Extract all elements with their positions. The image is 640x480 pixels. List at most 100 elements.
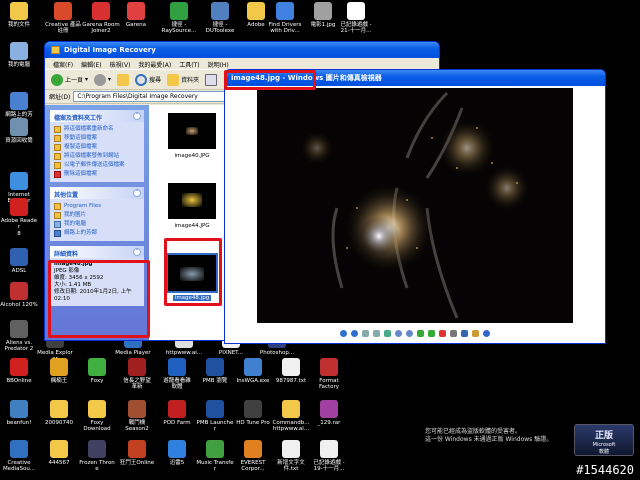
- desktop-icon-label: Creative 產品 註冊: [45, 22, 81, 35]
- desktop-icon[interactable]: 遊龍看看雜 軟體: [158, 358, 196, 391]
- desktop-icon[interactable]: 楓楠王: [40, 358, 78, 384]
- slideshow-icon[interactable]: [384, 329, 391, 337]
- desktop-icon[interactable]: 信長之野望 革新: [118, 358, 156, 391]
- desktop-icon[interactable]: 我的電腦: [0, 42, 38, 68]
- edit-icon[interactable]: [472, 329, 479, 337]
- file-tasks-header[interactable]: 檔案及資料夾工作 ˄: [50, 110, 144, 122]
- desktop-icon-label: 迅雷5: [169, 460, 185, 466]
- game-icon: [10, 320, 28, 338]
- publish-file-link[interactable]: 將這個檔案發佈到網站: [54, 152, 140, 161]
- copy-file-link[interactable]: 複製這個檔案: [54, 143, 140, 152]
- desktop-icon[interactable]: ADSL: [0, 248, 38, 274]
- desktop-icon[interactable]: BBOnline: [0, 358, 38, 384]
- up-folder-button[interactable]: [117, 73, 130, 86]
- desktop-icon[interactable]: POD Farm: [158, 400, 196, 426]
- desktop-icon[interactable]: Alcohol 120%: [0, 282, 38, 308]
- desktop-icon[interactable]: Aliens vs. Predator 2: [0, 320, 38, 353]
- desktop-icon[interactable]: Creative MediaSou...: [0, 440, 38, 473]
- best-fit-icon[interactable]: [362, 329, 369, 337]
- folders-button[interactable]: 資料夾: [167, 73, 199, 86]
- desktop-icon[interactable]: 狂鬥王Online: [118, 440, 156, 466]
- chevron-up-icon[interactable]: ˄: [133, 112, 141, 120]
- desktop-icon[interactable]: 新增文字文 件.txt: [272, 440, 310, 473]
- rotate-cw-icon[interactable]: [417, 329, 424, 337]
- highlight-thumbnail: [164, 238, 222, 306]
- menu-tools[interactable]: 工具(T): [179, 60, 199, 69]
- actual-size-icon[interactable]: [373, 329, 380, 337]
- desktop-icon[interactable]: 迅雷5: [158, 440, 196, 466]
- thumbnail-image40[interactable]: image40.JPG: [167, 113, 217, 159]
- desktop-icon[interactable]: Adobe Reader 8: [0, 198, 38, 237]
- zoom-out-icon[interactable]: [406, 329, 413, 337]
- desktop-icon[interactable]: Format Factory: [310, 358, 348, 391]
- desktop-icon[interactable]: 捷徑 - RaySource...: [160, 2, 198, 35]
- place-network[interactable]: 網路上的芳鄰: [54, 229, 140, 238]
- other-places-panel: 其他位置 ˄ Program Files 我的圖片 我的電腦 網路上的芳鄰: [50, 187, 144, 241]
- desktop-icon[interactable]: 已記錄遊戲 - 19-十一月...: [310, 440, 348, 473]
- next-image-icon[interactable]: [351, 329, 358, 337]
- back-button[interactable]: 上一頁 ▾: [51, 73, 88, 86]
- desktop-icon[interactable]: Foxy Download: [78, 400, 116, 433]
- details-header[interactable]: 詳細資料 ˄: [50, 246, 144, 258]
- desktop-icon[interactable]: HD Tune Pro: [234, 400, 272, 426]
- desktop-icon[interactable]: Garena Room Joiner2: [82, 2, 120, 35]
- rotate-ccw-icon[interactable]: [428, 329, 435, 337]
- desktop-icon[interactable]: 資源回收筒: [0, 118, 38, 144]
- desktop-icon-label: 信長之野望 革新: [123, 378, 151, 391]
- desktop-icon[interactable]: Garena: [117, 2, 155, 28]
- save-icon[interactable]: [461, 329, 468, 337]
- other-places-header[interactable]: 其他位置 ˄: [50, 187, 144, 199]
- rename-file-link[interactable]: 將這個檔案重新命名: [54, 125, 140, 134]
- desktop-icon[interactable]: 戰鬥機 Season2: [118, 400, 156, 433]
- help-icon[interactable]: [483, 329, 490, 337]
- print-icon[interactable]: [450, 329, 457, 337]
- desktop-icon[interactable]: _129.rar: [310, 400, 348, 426]
- desktop-icon[interactable]: Commandb... httpwww.ai...: [272, 400, 310, 433]
- desktop-icon-label: Alcohol 120%: [0, 302, 38, 308]
- desktop-icon[interactable]: 捷徑 - DUToolexe: [201, 2, 239, 35]
- menu-file[interactable]: 檔案(F): [53, 60, 73, 69]
- desktop-icon[interactable]: 20090740: [40, 400, 78, 426]
- desktop-icon[interactable]: 已記錄遊戲 - 21-十一月...: [337, 2, 375, 35]
- explorer-title-bar[interactable]: Digital Image Recovery: [45, 42, 439, 58]
- viewer-toolbar: [225, 323, 605, 343]
- menu-edit[interactable]: 編輯(E): [81, 60, 101, 69]
- desktop-icon[interactable]: EVEREST Corpor...: [234, 440, 272, 473]
- chevron-up-icon[interactable]: ˄: [133, 189, 141, 197]
- desktop-icon[interactable]: PMB 瀏覽: [196, 358, 234, 384]
- chevron-up-icon[interactable]: ˄: [133, 248, 141, 256]
- desktop-icon[interactable]: InsWGA.exe: [234, 358, 272, 384]
- desktop-icon[interactable]: Creative 產品 註冊: [44, 2, 82, 35]
- desktop-icon-label: 987987.txt: [275, 378, 307, 384]
- forward-button[interactable]: ▾: [94, 73, 111, 86]
- desktop-icon[interactable]: Music Transfer: [196, 440, 234, 473]
- delete-icon[interactable]: [439, 329, 446, 337]
- desktop-icon[interactable]: 我的文件: [0, 2, 38, 28]
- email-file-link[interactable]: 以電子郵件傳送這個檔案: [54, 161, 140, 170]
- desktop-icon[interactable]: Foxy: [78, 358, 116, 384]
- views-button[interactable]: [205, 73, 218, 86]
- desktop-icon[interactable]: Find Drivers with Driv...: [266, 2, 304, 35]
- previous-image-icon[interactable]: [340, 329, 347, 337]
- place-my-computer[interactable]: 我的電腦: [54, 220, 140, 229]
- menu-view[interactable]: 檢視(V): [110, 60, 131, 69]
- menu-favorites[interactable]: 我的最愛(A): [138, 60, 171, 69]
- search-button[interactable]: 搜尋: [135, 73, 161, 86]
- place-my-pictures[interactable]: 我的圖片: [54, 211, 140, 220]
- delete-file-link[interactable]: 刪除這個檔案: [54, 170, 140, 179]
- place-program-files[interactable]: Program Files: [54, 202, 140, 211]
- desktop-icon[interactable]: Frozen Throne: [78, 440, 116, 473]
- zoom-in-icon[interactable]: [395, 329, 402, 337]
- text-file-icon: [282, 358, 300, 376]
- desktop-icon[interactable]: 987987.txt: [272, 358, 310, 384]
- desktop-icon[interactable]: 444567: [40, 440, 78, 466]
- desktop-icon[interactable]: PMB Launcher: [196, 400, 234, 433]
- menu-help[interactable]: 說明(H): [208, 60, 229, 69]
- move-file-link[interactable]: 移動這個檔案: [54, 134, 140, 143]
- address-label: 網址(D): [49, 94, 71, 101]
- thumbnail-image44[interactable]: image44.JPG: [167, 183, 217, 229]
- desktop-icon[interactable]: beanfun!: [0, 400, 38, 426]
- desktop-icon-label: 新增文字文 件.txt: [277, 460, 305, 473]
- genuine-logo[interactable]: 正版 Microsoft 軟體: [574, 424, 634, 456]
- folder-icon: [247, 2, 265, 20]
